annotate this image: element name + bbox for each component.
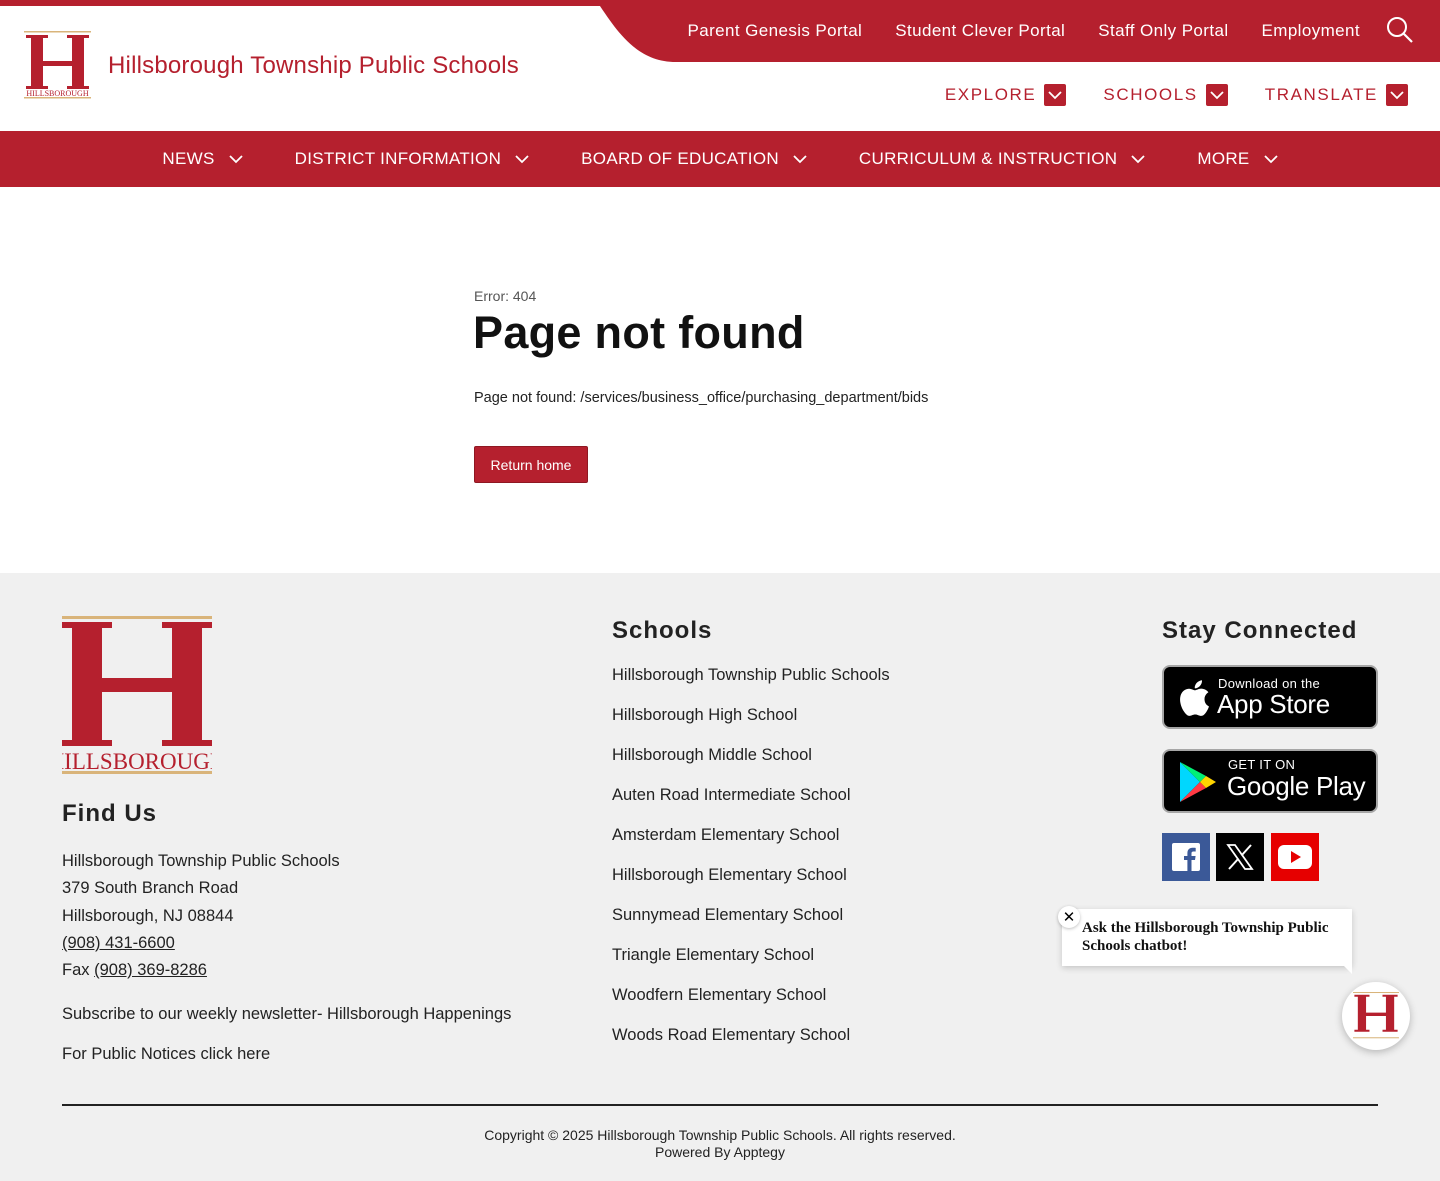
nav-item-news[interactable]: NEWS: [136, 149, 268, 169]
nav-label: DISTRICT INFORMATION: [294, 149, 502, 168]
school-link[interactable]: Hillsborough Middle School: [612, 743, 890, 783]
site-header: HILLSBOROUGH Hillsborough Township Publi…: [0, 0, 1440, 131]
newsletter-link[interactable]: Subscribe to our weekly newsletter- Hill…: [62, 1001, 511, 1028]
schools-dropdown[interactable]: SCHOOLS: [1103, 84, 1228, 106]
public-notices-link[interactable]: For Public Notices click here: [62, 1041, 270, 1068]
home-logo-link[interactable]: HILLSBOROUGH Hillsborough Township Publi…: [24, 31, 519, 101]
facebook-icon[interactable]: [1162, 833, 1210, 881]
app-store-big: App Store: [1217, 689, 1330, 719]
fax-label: Fax: [62, 961, 90, 980]
school-link[interactable]: Woodfern Elementary School: [612, 983, 890, 1023]
chevron-down-icon: [1386, 84, 1408, 106]
school-link[interactable]: Amsterdam Elementary School: [612, 823, 890, 863]
school-link[interactable]: Sunnymead Elementary School: [612, 903, 890, 943]
chevron-down-icon: [1205, 84, 1228, 106]
nav-item-more[interactable]: MORE: [1171, 149, 1303, 169]
school-link[interactable]: Hillsborough Township Public Schools: [612, 663, 890, 703]
top-links: Parent Genesis Portal Student Clever Por…: [688, 6, 1360, 56]
google-play-icon: [1180, 762, 1216, 802]
school-link[interactable]: Woods Road Elementary School: [612, 1023, 890, 1063]
top-utility-bar: Parent Genesis Portal Student Clever Por…: [596, 0, 1440, 62]
powered-by-link[interactable]: Powered By Apptegy: [0, 1144, 1440, 1161]
google-play-button[interactable]: GET IT ON Google Play: [1162, 749, 1378, 813]
chevron-down-icon: [793, 154, 807, 163]
site-title[interactable]: Hillsborough Township Public Schools: [108, 52, 519, 80]
main-nav: NEWS DISTRICT INFORMATION BOARD OF EDUCA…: [0, 131, 1440, 187]
stay-connected-heading: Stay Connected: [1162, 617, 1358, 644]
close-icon[interactable]: ✕: [1058, 906, 1080, 928]
search-icon[interactable]: [1386, 16, 1414, 44]
find-us-heading: Find Us: [62, 800, 157, 827]
app-store-button[interactable]: Download on the App Store: [1162, 665, 1378, 729]
chevron-down-icon: [1263, 154, 1278, 163]
explore-dropdown[interactable]: EXPLORE: [945, 84, 1067, 106]
error-code: Error: 404: [474, 288, 537, 304]
top-link-staff-portal[interactable]: Staff Only Portal: [1098, 21, 1228, 41]
nav-item-board-of-education[interactable]: BOARD OF EDUCATION: [555, 149, 833, 169]
schools-label: SCHOOLS: [1103, 85, 1198, 104]
top-link-parent-genesis[interactable]: Parent Genesis Portal: [688, 21, 863, 41]
utility-nav: EXPLORE SCHOOLS TRANSLATE: [945, 84, 1408, 106]
x-icon[interactable]: [1216, 833, 1264, 881]
logo-caption: HILLSBOROUGH: [26, 89, 88, 98]
nav-label: NEWS: [162, 149, 215, 168]
address-city: Hillsborough, NJ 08844: [62, 906, 234, 925]
youtube-icon[interactable]: [1271, 833, 1319, 881]
footer-logo-caption: HILLSBOROUGH: [62, 749, 212, 774]
schools-heading: Schools: [612, 617, 713, 644]
google-play-small: GET IT ON: [1228, 757, 1296, 772]
copyright-text: Copyright © 2025 Hillsborough Township P…: [484, 1127, 956, 1143]
district-logo: HILLSBOROUGH: [24, 31, 91, 101]
google-play-big: Google Play: [1227, 771, 1366, 801]
translate-dropdown[interactable]: TRANSLATE: [1265, 84, 1408, 106]
site-footer: HILLSBOROUGH Find Us Hillsborough Townsh…: [0, 573, 1440, 1181]
chevron-down-icon: [1044, 84, 1067, 106]
chatbot-launcher[interactable]: [1342, 982, 1410, 1050]
schools-list: Hillsborough Township Public Schools Hil…: [612, 663, 890, 1063]
footer-divider: [62, 1104, 1378, 1106]
address-street: 379 South Branch Road: [62, 879, 239, 898]
translate-label: TRANSLATE: [1264, 85, 1378, 104]
top-link-student-clever[interactable]: Student Clever Portal: [895, 21, 1065, 41]
footer-logo[interactable]: HILLSBOROUGH: [48, 616, 226, 776]
error-message: Page not found: /services/business_offic…: [474, 390, 929, 406]
main-content: Error: 404 Page not found Page not found…: [0, 187, 1440, 573]
nav-label: CURRICULUM & INSTRUCTION: [858, 149, 1118, 168]
chevron-down-icon: [1131, 154, 1145, 163]
page-title: Page not found: [473, 307, 805, 358]
chatbot-prompt[interactable]: Ask the Hillsborough Township Public Sch…: [1062, 909, 1352, 966]
school-link[interactable]: Triangle Elementary School: [612, 943, 890, 983]
nav-item-curriculum-instruction[interactable]: CURRICULUM & INSTRUCTION: [833, 149, 1171, 169]
chevron-down-icon: [228, 154, 243, 163]
phone-link[interactable]: (908) 431-6600: [62, 934, 175, 952]
school-link[interactable]: Auten Road Intermediate School: [612, 783, 890, 823]
school-link[interactable]: Hillsborough Elementary School: [612, 863, 890, 903]
nav-item-district-information[interactable]: DISTRICT INFORMATION: [269, 149, 556, 169]
fax-link[interactable]: (908) 369-8286: [94, 961, 207, 979]
copyright-block: Copyright © 2025 Hillsborough Township P…: [0, 1127, 1440, 1161]
apple-icon: [1180, 680, 1209, 716]
chatbot-bubble-tail: [1340, 962, 1352, 974]
explore-label: EXPLORE: [944, 85, 1037, 104]
address-name: Hillsborough Township Public Schools: [62, 852, 340, 870]
chatbot-logo: [1353, 992, 1399, 1039]
address-block: Hillsborough Township Public Schools 379…: [62, 848, 340, 984]
nav-label: MORE: [1197, 149, 1250, 168]
nav-label: BOARD OF EDUCATION: [581, 149, 779, 168]
return-home-button[interactable]: Return home: [474, 446, 588, 483]
chevron-down-icon: [515, 154, 529, 163]
school-link[interactable]: Hillsborough High School: [612, 703, 890, 743]
top-link-employment[interactable]: Employment: [1262, 21, 1360, 41]
